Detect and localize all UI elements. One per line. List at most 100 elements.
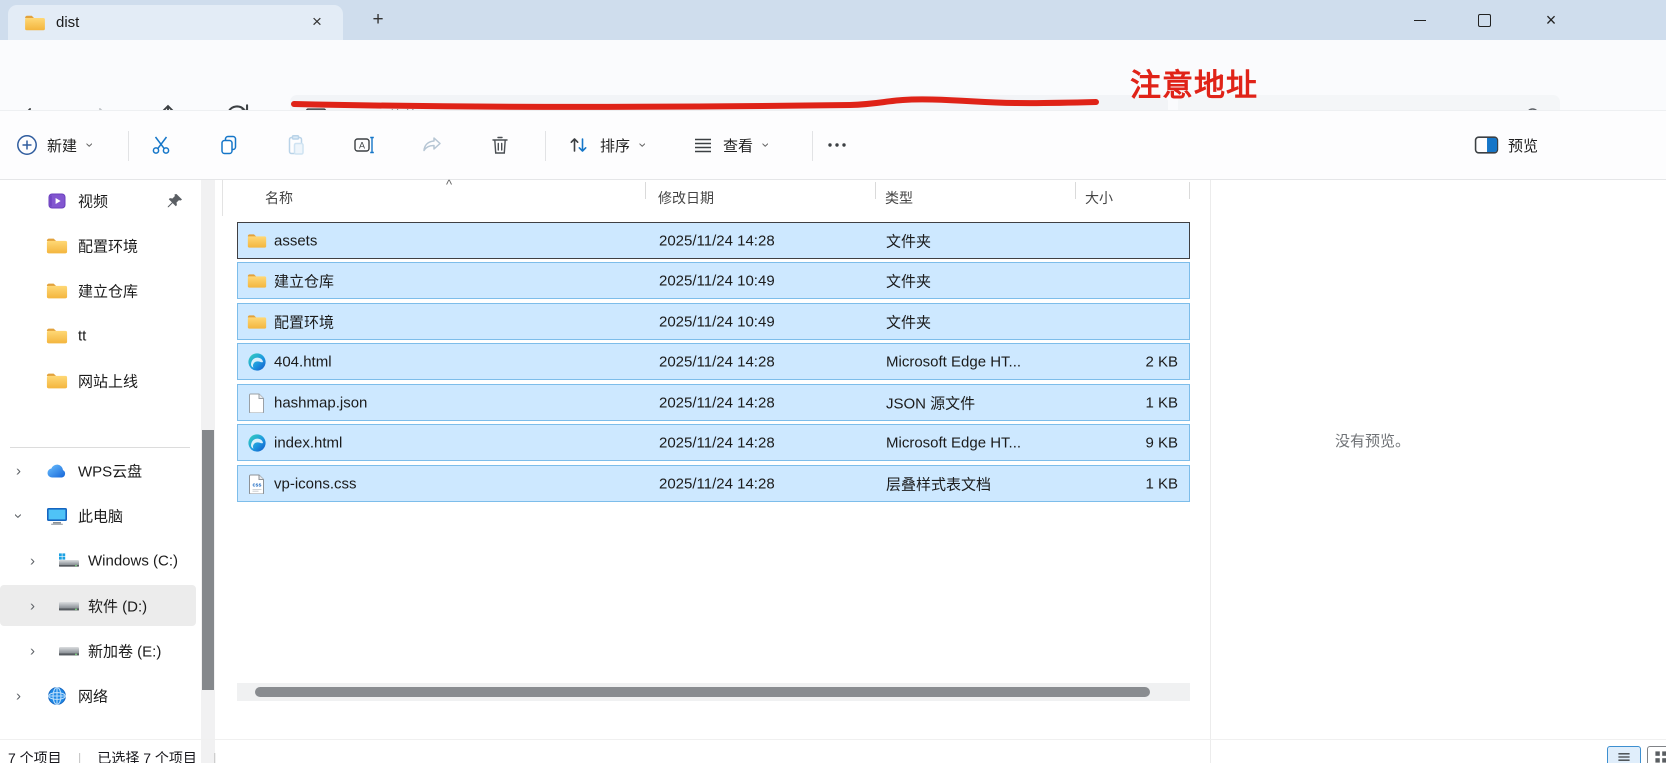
cloud-icon — [46, 461, 68, 481]
file-row[interactable]: hashmap.json2025/11/24 14:28JSON 源文件1 KB — [237, 384, 1190, 421]
preview-toggle-button[interactable]: 预览 — [1474, 111, 1538, 179]
sidebar-item-label: tt — [78, 327, 86, 344]
items-count: 7 个项目 — [8, 748, 62, 763]
expander-chevron-icon[interactable]: › — [30, 642, 35, 659]
file-date: 2025/11/24 14:28 — [659, 434, 775, 451]
tab-close-icon[interactable]: × — [307, 12, 327, 32]
file-name: 配置环境 — [274, 311, 334, 332]
folder-icon — [46, 371, 68, 391]
column-header-name[interactable]: 名称 — [265, 188, 293, 208]
new-button[interactable]: 新建 › — [16, 111, 93, 179]
css-icon: css — [247, 474, 267, 494]
svg-text:css: css — [253, 482, 262, 488]
expander-chevron-icon[interactable]: › — [10, 513, 27, 518]
chevron-down-icon: › — [758, 143, 774, 148]
file-date: 2025/11/24 10:49 — [659, 272, 775, 289]
chevron-down-icon: › — [635, 143, 651, 148]
file-row[interactable]: 配置环境2025/11/24 10:49文件夹 — [237, 303, 1190, 340]
sidebar-item[interactable]: ›网络 — [0, 675, 196, 716]
file-type: 文件夹 — [886, 270, 931, 291]
more-dots-icon — [826, 134, 848, 156]
icons-view-button[interactable] — [1647, 746, 1666, 763]
sidebar-item-label: Windows (C:) — [88, 552, 178, 569]
file-date: 2025/11/24 14:28 — [659, 475, 775, 492]
sidebar-item[interactable]: › Windows (C:) — [0, 540, 196, 581]
column-header-type[interactable]: 类型 — [885, 188, 913, 208]
column-header-size[interactable]: 大小 — [1085, 188, 1113, 208]
folder-icon — [247, 271, 267, 291]
column-divider[interactable] — [645, 182, 646, 199]
sidebar-item-label: 新加卷 (E:) — [88, 640, 161, 661]
expander-chevron-icon[interactable]: › — [16, 687, 21, 704]
new-tab-button[interactable]: + — [365, 7, 391, 33]
grid-icon — [1653, 749, 1666, 763]
edge-icon — [247, 352, 267, 372]
title-bar: dist × + × — [0, 0, 1666, 40]
expander-chevron-icon[interactable]: › — [30, 552, 35, 569]
copy-button[interactable] — [218, 111, 240, 179]
window-tab[interactable]: dist × — [8, 5, 343, 40]
drive-icon — [58, 641, 80, 661]
sidebar-item[interactable]: 网站上线 — [0, 360, 196, 401]
delete-button[interactable] — [489, 111, 511, 179]
sidebar-item[interactable]: ›此电脑 — [0, 495, 196, 536]
file-icon — [247, 393, 267, 413]
sidebar-item[interactable]: 视频 — [0, 180, 196, 221]
sidebar-scrollbar-thumb[interactable] — [202, 430, 214, 690]
status-divider: | — [213, 750, 217, 763]
sidebar-item[interactable]: 配置环境 — [0, 225, 196, 266]
toolbar-separator — [812, 131, 813, 161]
details-view-button[interactable] — [1607, 746, 1641, 763]
column-divider[interactable] — [875, 182, 876, 199]
sidebar-item[interactable]: 建立仓库 — [0, 270, 196, 311]
sidebar-item[interactable]: › WPS云盘 — [0, 450, 196, 491]
pane-divider — [222, 180, 223, 216]
sidebar-item-label: 视频 — [78, 190, 108, 211]
sort-label: 排序 — [600, 135, 630, 156]
file-name: hashmap.json — [274, 394, 367, 411]
sidebar-item-label: 网站上线 — [78, 370, 138, 391]
file-row[interactable]: cssvp-icons.css2025/11/24 14:28层叠样式表文档1 … — [237, 465, 1190, 502]
expander-chevron-icon[interactable]: › — [30, 597, 35, 614]
file-name: vp-icons.css — [274, 475, 357, 492]
horizontal-scrollbar-thumb[interactable] — [255, 687, 1150, 697]
file-row[interactable]: 404.html2025/11/24 14:28Microsoft Edge H… — [237, 343, 1190, 380]
paste-button[interactable] — [285, 111, 307, 179]
minimize-button[interactable] — [1397, 0, 1443, 40]
sidebar-item-label: 软件 (D:) — [88, 595, 147, 616]
file-date: 2025/11/24 14:28 — [659, 394, 775, 411]
file-name: index.html — [274, 434, 342, 451]
view-button[interactable]: 查看 › — [692, 111, 769, 179]
navigation-sidebar: 视频配置环境建立仓库tt网站上线 ›WPS云盘›此电脑›Windows (C:)… — [0, 180, 218, 763]
paste-icon — [285, 134, 307, 156]
file-size: 2 KB — [1145, 353, 1178, 370]
column-divider[interactable] — [1075, 182, 1076, 199]
restore-button[interactable] — [1461, 0, 1507, 40]
file-type: 文件夹 — [886, 311, 931, 332]
cut-button[interactable] — [150, 111, 172, 179]
drive-windows-icon — [58, 551, 80, 571]
expander-chevron-icon[interactable]: › — [16, 462, 21, 479]
column-header-date[interactable]: 修改日期 — [658, 188, 714, 208]
column-divider[interactable] — [1189, 182, 1190, 199]
cut-icon — [150, 134, 172, 156]
file-size: 9 KB — [1145, 434, 1178, 451]
close-button[interactable]: × — [1528, 0, 1574, 40]
sidebar-item[interactable]: tt — [0, 315, 196, 356]
file-row[interactable]: index.html2025/11/24 14:28Microsoft Edge… — [237, 424, 1190, 461]
close-icon: × — [1546, 11, 1557, 29]
edge-icon — [247, 433, 267, 453]
file-row[interactable]: 建立仓库2025/11/24 10:49文件夹 — [237, 262, 1190, 299]
file-type: JSON 源文件 — [886, 392, 975, 413]
more-button[interactable] — [826, 111, 848, 179]
restore-icon — [1478, 14, 1491, 27]
sidebar-item[interactable]: › 软件 (D:) — [0, 585, 196, 626]
sidebar-item[interactable]: › 新加卷 (E:) — [0, 630, 196, 671]
plus-circle-icon — [16, 134, 38, 156]
rename-button[interactable]: A — [353, 111, 375, 179]
sidebar-item-label: WPS云盘 — [78, 460, 142, 481]
share-button[interactable] — [421, 111, 443, 179]
sort-button[interactable]: 排序 › — [566, 111, 646, 179]
file-row[interactable]: assets2025/11/24 14:28文件夹 — [237, 222, 1190, 259]
network-icon — [46, 686, 68, 706]
